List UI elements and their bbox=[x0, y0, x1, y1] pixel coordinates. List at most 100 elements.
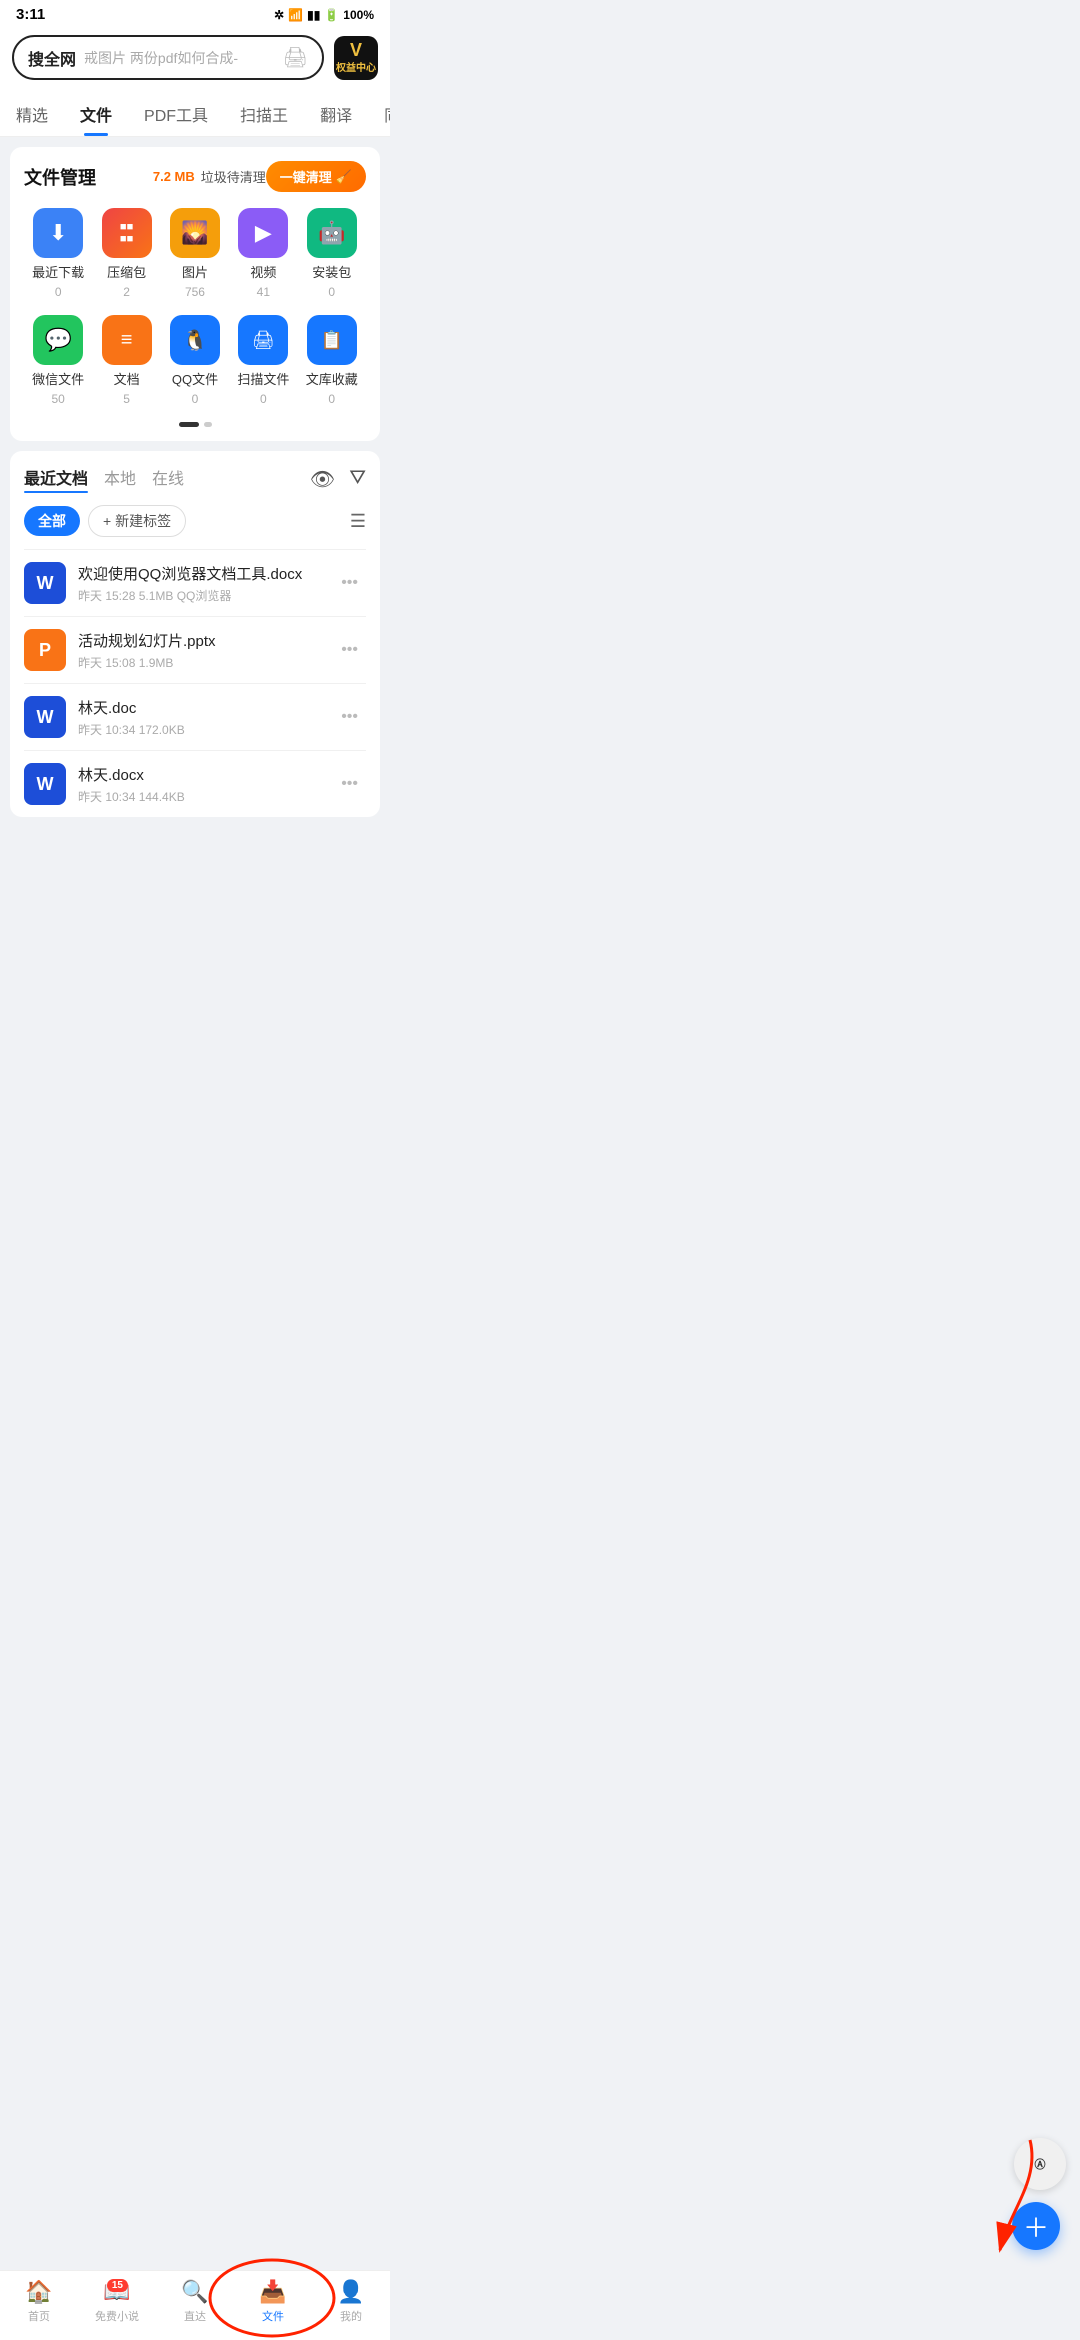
recent-tab-recent[interactable]: 最近文档 bbox=[24, 465, 88, 493]
tab-sync[interactable]: 同步学 bbox=[368, 94, 390, 136]
wechat-icon: 💬 bbox=[33, 315, 83, 365]
filter-all[interactable]: 全部 bbox=[24, 506, 80, 536]
search-label: 搜全网 bbox=[28, 46, 76, 70]
dot-1 bbox=[179, 422, 199, 427]
download-icon: ⬇ bbox=[33, 208, 83, 258]
category-scan[interactable]: 🖨 扫描文件 0 bbox=[233, 315, 293, 406]
nav-files-label: 文件 bbox=[262, 2308, 284, 2324]
doc-item[interactable]: P 活动规划幻灯片.pptx 昨天 15:08 1.9MB ••• bbox=[24, 616, 366, 683]
doc-item[interactable]: W 林天.doc 昨天 10:34 172.0KB ••• bbox=[24, 683, 366, 750]
filter-new-tag[interactable]: + 新建标签 bbox=[88, 505, 186, 537]
recent-actions: 👁 ⛛ bbox=[310, 467, 366, 492]
doc-info: 活动规划幻灯片.pptx 昨天 15:08 1.9MB bbox=[78, 630, 321, 671]
word-doc-icon: W bbox=[24, 696, 66, 738]
trash-info: 7.2 MB 垃圾待清理 bbox=[153, 167, 266, 186]
qq-icon: 🐧 bbox=[170, 315, 220, 365]
recent-tab-local[interactable]: 本地 bbox=[104, 465, 136, 493]
category-name: 最近下载 bbox=[32, 262, 84, 281]
nav-tabs: 精选 文件 PDF工具 扫描王 翻译 同步学 bbox=[0, 90, 390, 137]
category-count: 50 bbox=[52, 392, 65, 406]
doc-info: 林天.doc 昨天 10:34 172.0KB bbox=[78, 697, 321, 738]
vip-badge[interactable]: V 权益中心 bbox=[334, 36, 378, 80]
image-icon: 🌄 bbox=[170, 208, 220, 258]
category-recent-download[interactable]: ⬇ 最近下载 0 bbox=[28, 208, 88, 299]
category-images[interactable]: 🌄 图片 756 bbox=[165, 208, 225, 299]
clean-button[interactable]: 一键清理 🧹 bbox=[266, 161, 366, 192]
list-view-icon[interactable]: ☰ bbox=[350, 511, 366, 532]
recent-tab-online[interactable]: 在线 bbox=[152, 465, 184, 493]
trash-size: 7.2 MB bbox=[153, 169, 195, 184]
doc-meta: 昨天 10:34 172.0KB bbox=[78, 721, 321, 738]
bluetooth-icon: ✲ bbox=[274, 8, 284, 22]
library-icon: 📋 bbox=[307, 315, 357, 365]
word-doc-icon: W bbox=[24, 562, 66, 604]
category-name: 文库收藏 bbox=[306, 369, 358, 388]
category-apk[interactable]: 🤖 安装包 0 bbox=[302, 208, 362, 299]
more-icon[interactable]: ••• bbox=[333, 704, 366, 730]
category-qq[interactable]: 🐧 QQ文件 0 bbox=[165, 315, 225, 406]
category-video[interactable]: ▶ 视频 41 bbox=[233, 208, 293, 299]
apk-icon: 🤖 bbox=[307, 208, 357, 258]
doc-item[interactable]: W 林天.docx 昨天 10:34 144.4KB ••• bbox=[24, 750, 366, 817]
doc-name: 活动规划幻灯片.pptx bbox=[78, 630, 321, 651]
category-name: 微信文件 bbox=[32, 369, 84, 388]
user-icon: 👤 bbox=[337, 2279, 364, 2305]
category-name: 文档 bbox=[114, 369, 140, 388]
fab-add-button[interactable]: ＋ bbox=[1012, 2202, 1060, 2250]
nav-mine-label: 我的 bbox=[340, 2308, 362, 2324]
nav-home-label: 首页 bbox=[28, 2308, 50, 2324]
category-wechat[interactable]: 💬 微信文件 50 bbox=[28, 315, 88, 406]
category-zip[interactable]: ■■ ■■ 压缩包 2 bbox=[97, 208, 157, 299]
category-count: 0 bbox=[328, 285, 335, 299]
wifi-icon: 📶 bbox=[288, 8, 303, 22]
doc-item[interactable]: W 欢迎使用QQ浏览器文档工具.docx 昨天 15:28 5.1MB QQ浏览… bbox=[24, 549, 366, 616]
doc-name: 林天.doc bbox=[78, 697, 321, 718]
nav-mine[interactable]: 👤 我的 bbox=[312, 2279, 390, 2324]
category-count: 0 bbox=[328, 392, 335, 406]
eye-icon[interactable]: 👁 bbox=[310, 467, 335, 492]
recent-header: 最近文档 本地 在线 👁 ⛛ bbox=[24, 465, 366, 493]
tab-scan[interactable]: 扫描王 bbox=[224, 94, 304, 136]
signal-icon: ▮▮ bbox=[307, 8, 320, 22]
doc-meta: 昨天 15:28 5.1MB QQ浏览器 bbox=[78, 587, 321, 604]
status-icons: ✲ 📶 ▮▮ 🔋 100% bbox=[274, 8, 374, 22]
search-input-wrap[interactable]: 搜全网 戒图片 两份pdf如何合成- 🖨 bbox=[12, 35, 324, 80]
doc-icon: ≡ bbox=[102, 315, 152, 365]
files-icon: 📥 bbox=[259, 2279, 286, 2305]
nav-files[interactable]: 📥 文件 bbox=[234, 2279, 312, 2324]
category-name: 压缩包 bbox=[107, 262, 146, 281]
battery-percent: 100% bbox=[343, 8, 374, 22]
nav-direct[interactable]: 🔍 直达 bbox=[156, 2279, 234, 2324]
doc-meta: 昨天 15:08 1.9MB bbox=[78, 654, 321, 671]
nav-direct-label: 直达 bbox=[184, 2308, 206, 2324]
status-time: 3:11 bbox=[16, 6, 45, 23]
tab-pdf[interactable]: PDF工具 bbox=[128, 94, 224, 136]
tab-translate[interactable]: 翻译 bbox=[304, 94, 368, 136]
category-docs[interactable]: ≡ 文档 5 bbox=[97, 315, 157, 406]
tab-files[interactable]: 文件 bbox=[64, 94, 128, 136]
broom-icon: 🧹 bbox=[336, 169, 352, 185]
more-icon[interactable]: ••• bbox=[333, 637, 366, 663]
more-icon[interactable]: ••• bbox=[333, 771, 366, 797]
vip-letter: V bbox=[350, 41, 362, 59]
more-icon[interactable]: ••• bbox=[333, 570, 366, 596]
recent-docs-card: 最近文档 本地 在线 👁 ⛛ 全部 + 新建标签 ☰ W 欢迎使用QQ浏览器文档… bbox=[10, 451, 380, 817]
tab-featured[interactable]: 精选 bbox=[0, 94, 64, 136]
file-mgmt-header: 文件管理 7.2 MB 垃圾待清理 一键清理 🧹 bbox=[24, 161, 366, 192]
plus-icon: ＋ bbox=[1023, 2208, 1049, 2245]
nav-home[interactable]: 🏠 首页 bbox=[0, 2279, 78, 2324]
bottom-nav: 🏠 首页 📖 15 免费小说 🔍 直达 📥 文件 👤 我的 bbox=[0, 2270, 390, 2340]
search-placeholder: 戒图片 两份pdf如何合成- bbox=[84, 48, 238, 68]
category-count: 0 bbox=[192, 392, 199, 406]
ocr-button[interactable]: Ⓐ bbox=[1014, 2138, 1066, 2190]
status-bar: 3:11 ✲ 📶 ▮▮ 🔋 100% bbox=[0, 0, 390, 27]
category-name: 扫描文件 bbox=[237, 369, 289, 388]
file-mgmt-title: 文件管理 bbox=[24, 164, 96, 190]
category-count: 5 bbox=[123, 392, 130, 406]
filter-icon[interactable]: ⛛ bbox=[349, 467, 366, 492]
battery-icon: 🔋 bbox=[324, 8, 339, 22]
category-count: 41 bbox=[257, 285, 270, 299]
category-library[interactable]: 📋 文库收藏 0 bbox=[302, 315, 362, 406]
nav-novel[interactable]: 📖 15 免费小说 bbox=[78, 2279, 156, 2324]
category-name: QQ文件 bbox=[172, 369, 218, 388]
